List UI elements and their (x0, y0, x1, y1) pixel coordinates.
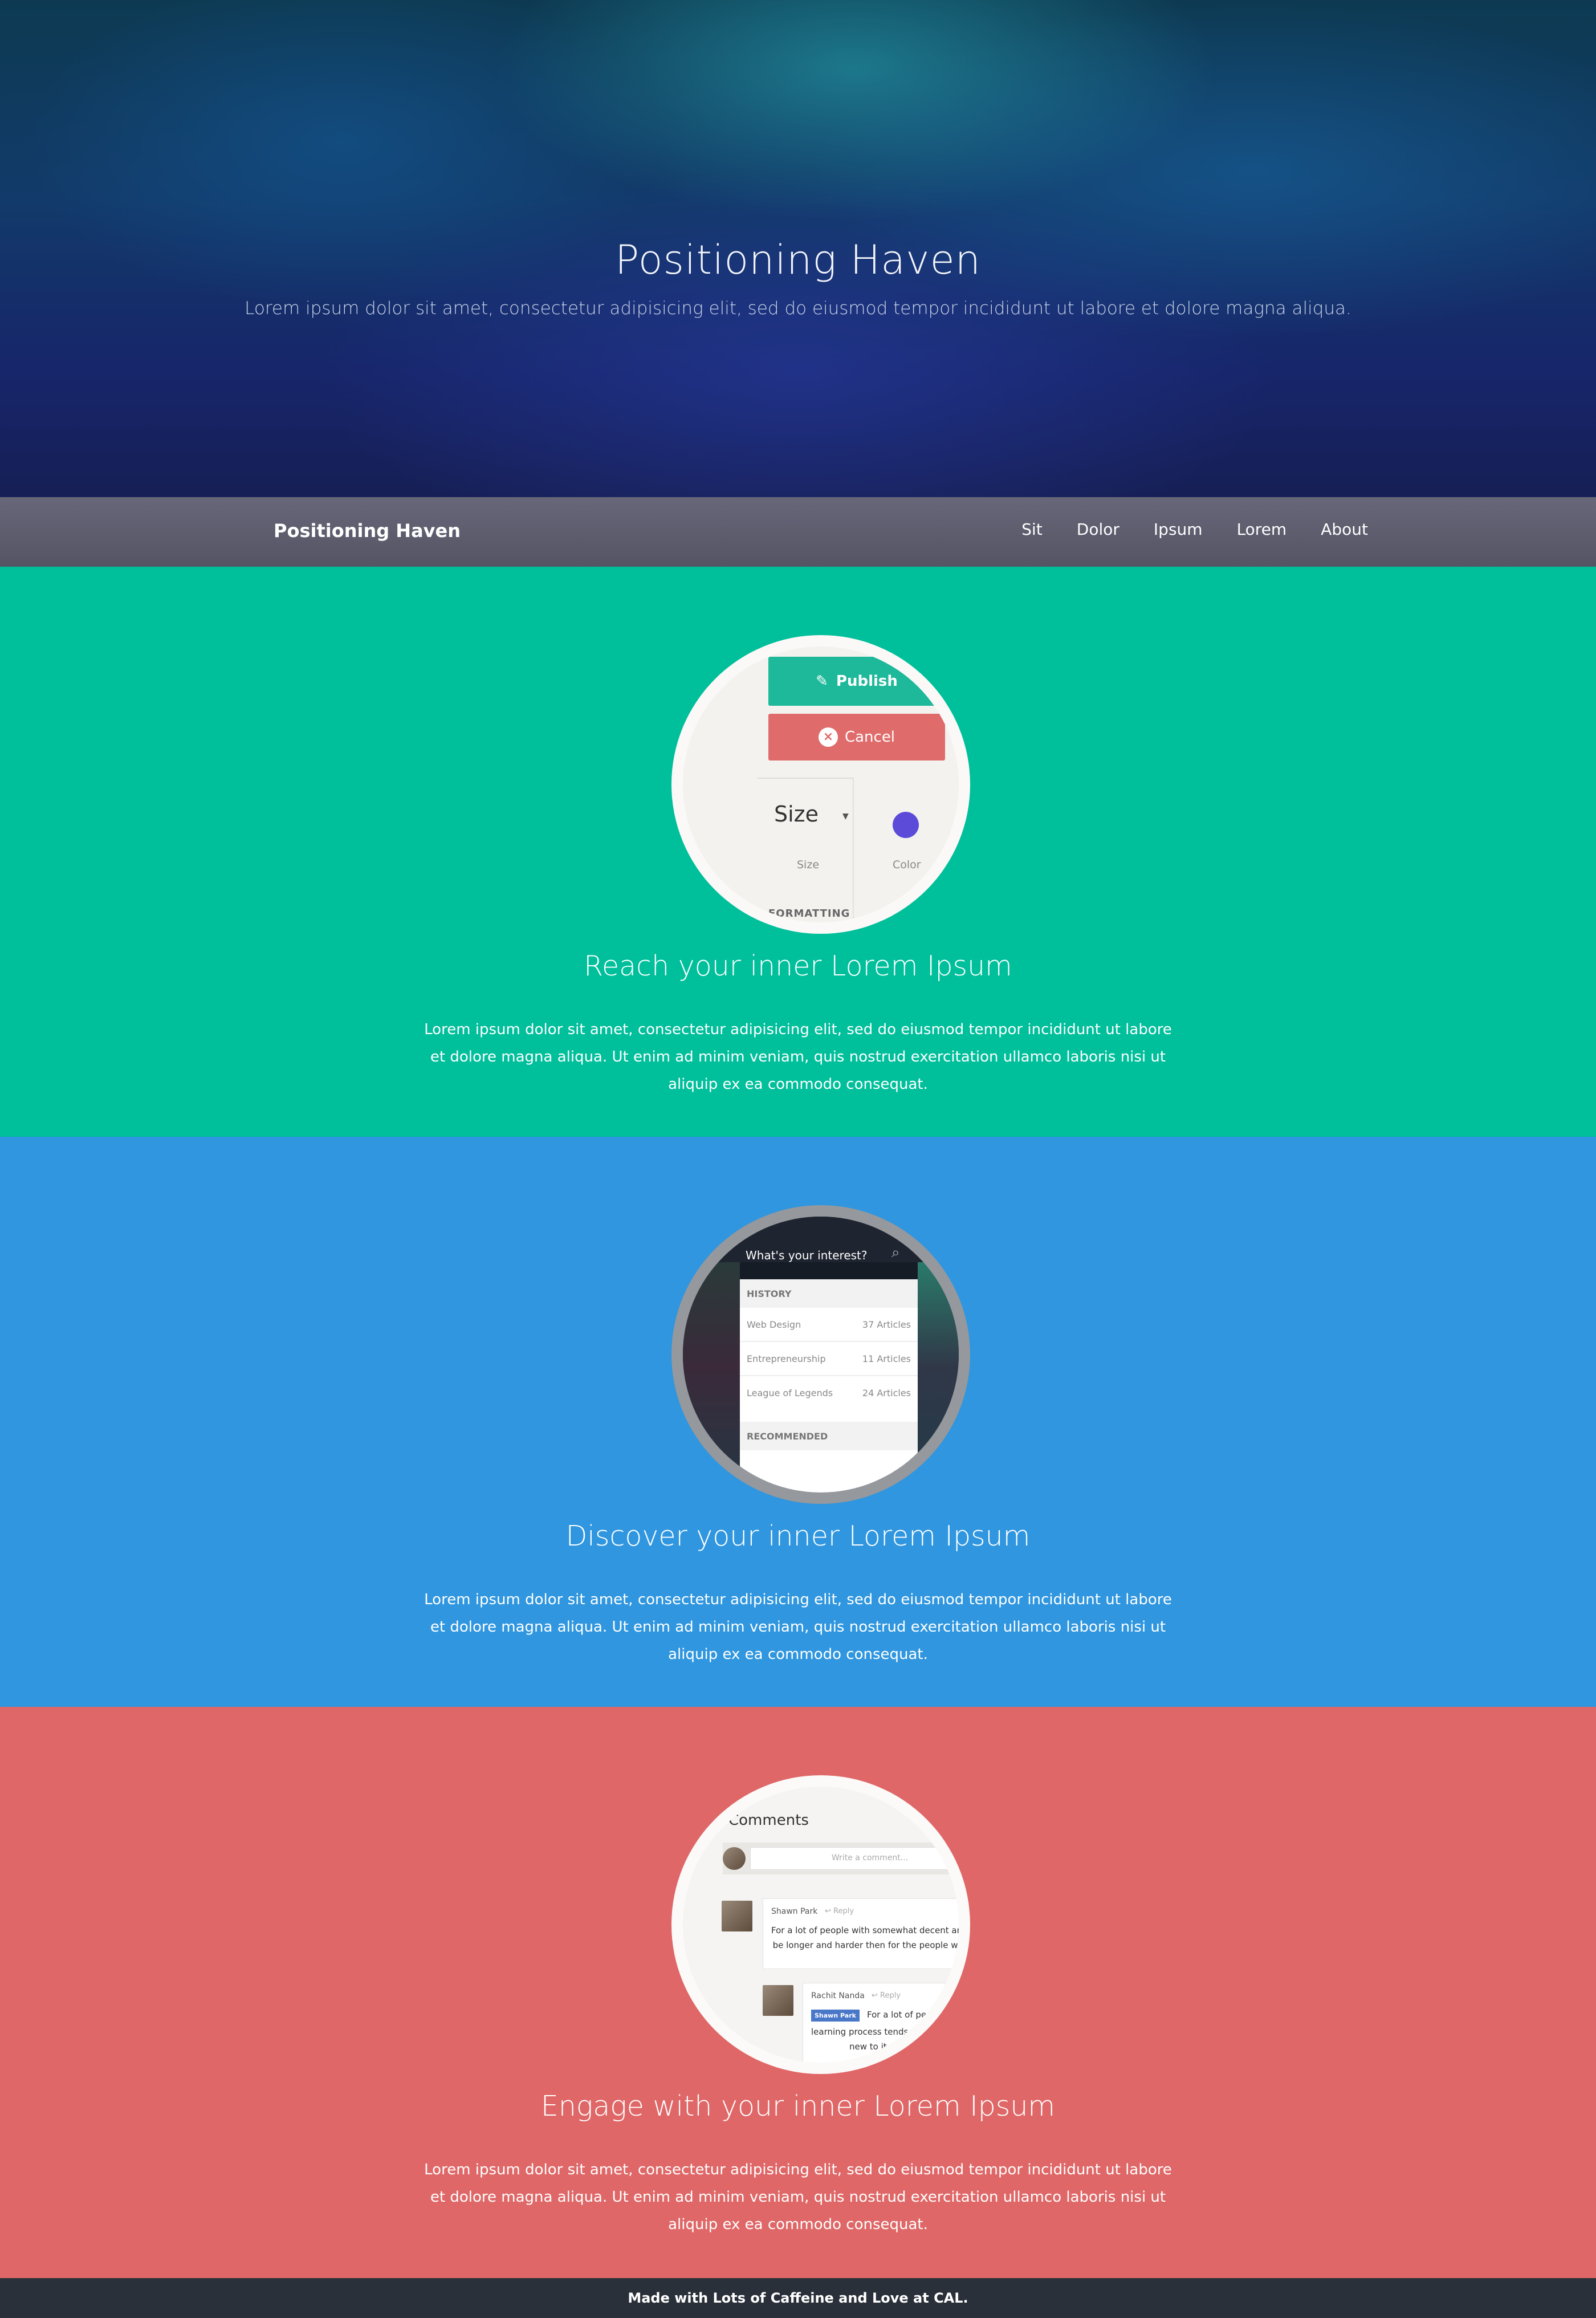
nav-link-about[interactable]: About (1321, 520, 1368, 539)
avatar (723, 1847, 746, 1870)
feature-section-discover: What's your interest? ⌕ HISTORY Web Desi… (0, 1137, 1596, 1707)
mock-interest-card: HISTORY Web Design 37 Articles Entreprene… (740, 1279, 918, 1493)
hero-content: Positioning Haven Lorem ipsum dolor sit … (0, 237, 1596, 319)
section-text: Lorem ipsum dolor sit amet, consectetur … (424, 2161, 1172, 2233)
mock-size-caption: Size (797, 859, 820, 871)
avatar (763, 1985, 793, 2016)
feature-section-engage: Comments Write a comment... Shawn Park ↩… (0, 1707, 1596, 2278)
feature-image-comments: Comments Write a comment... Shawn Park ↩… (671, 1775, 970, 2074)
mock-comment-input: Write a comment... (750, 1847, 959, 1870)
mock-search-question: What's your interest? (746, 1249, 868, 1262)
hero-title: Positioning Haven (614, 237, 981, 283)
mock-row: Entrepreneurship 11 Articles (747, 1353, 911, 1364)
footer: Made with Lots of Caffeine and Love at C… (0, 2278, 1596, 2318)
mock-row: League of Legends 24 Articles (747, 1388, 911, 1398)
section-text: Lorem ipsum dolor sit amet, consectetur … (424, 1591, 1172, 1663)
section-title: Discover your inner Lorem Ipsum (565, 1520, 1031, 1552)
footer-text: Made with Lots of Caffeine and Love at C… (628, 2290, 968, 2306)
feature-image-editor: ✎ Publish × Cancel Size ▼ Size FORMATTIN… (671, 635, 970, 934)
mock-cancel-button: × Cancel (768, 714, 945, 761)
nav-link-ipsum[interactable]: Ipsum (1154, 520, 1203, 539)
section-text: Lorem ipsum dolor sit amet, consectetur … (424, 1021, 1172, 1093)
mock-size-label: Size (774, 802, 819, 827)
mention-tag: Shawn Park (811, 2010, 860, 2022)
nav-links: Sit Dolor Ipsum Lorem About (987, 520, 1368, 539)
mock-color-swatch (893, 812, 919, 838)
caret-down-icon: ▼ (842, 812, 849, 821)
hero-subtitle: Lorem ipsum dolor sit amet, consectetur … (245, 298, 1351, 319)
mock-history-label: HISTORY (747, 1288, 792, 1299)
feature-section-reach: ✎ Publish × Cancel Size ▼ Size FORMATTIN… (0, 567, 1596, 1137)
avatar (722, 1901, 752, 1931)
mock-size-panel: Size ▼ Size FORMATTING (757, 778, 854, 922)
navbar-brand[interactable]: Positioning Haven (274, 520, 461, 542)
mock-formatting-label: FORMATTING (768, 908, 850, 920)
section-title: Reach your inner Lorem Ipsum (584, 950, 1012, 982)
mock-comment: Shawn Park ↩ Reply For a lot of people w… (763, 1898, 959, 1969)
mock-recommended-label: RECOMMENDED (747, 1431, 828, 1442)
navbar: Positioning Haven Sit Dolor Ipsum Lorem … (0, 497, 1596, 567)
nav-link-lorem[interactable]: Lorem (1237, 520, 1287, 539)
section-title: Engage with your inner Lorem Ipsum (540, 2090, 1056, 2122)
pen-icon: ✎ (816, 673, 828, 690)
hero-banner: Positioning Haven Lorem ipsum dolor sit … (0, 0, 1596, 497)
mock-publish-button: ✎ Publish (768, 657, 945, 706)
mock-comment-reply: Rachit Nanda ↩ Reply Shawn Park For a lo… (803, 1983, 959, 2063)
nav-link-sit[interactable]: Sit (1021, 520, 1043, 539)
close-icon: × (818, 727, 838, 747)
nav-link-dolor[interactable]: Dolor (1077, 520, 1119, 539)
feature-image-interests: What's your interest? ⌕ HISTORY Web Desi… (671, 1205, 970, 1504)
search-icon: ⌕ (891, 1244, 900, 1261)
mock-comments-title: Comments (728, 1812, 809, 1829)
mock-row: Web Design 37 Articles (747, 1319, 911, 1330)
mock-color-caption: Color (893, 859, 921, 871)
